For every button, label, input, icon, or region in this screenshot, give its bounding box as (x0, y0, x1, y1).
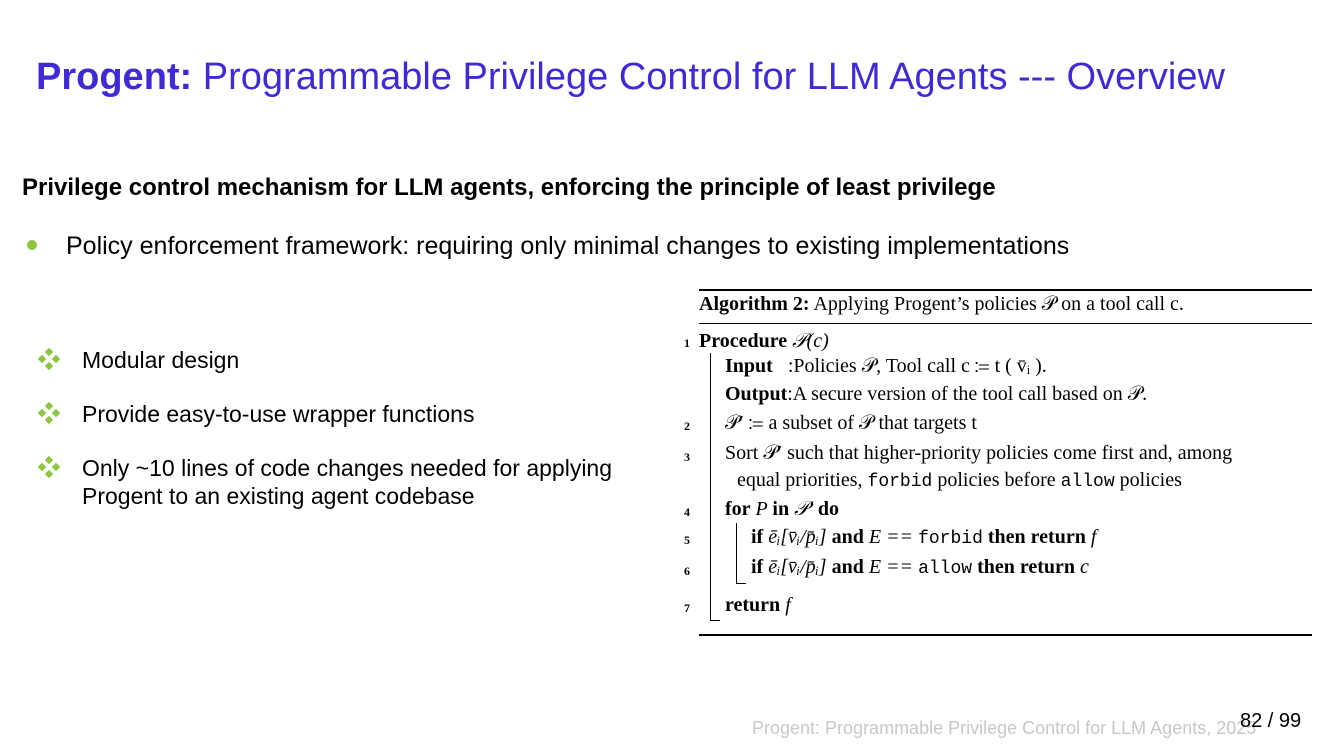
sub-bullet-list: Modular design Provide easy-to-use wrapp… (38, 346, 678, 536)
algorithm-line-output: Output:A secure version of the tool call… (725, 383, 1147, 406)
code-allow: allow (1060, 472, 1115, 492)
sub-bullet-item: Only ~10 lines of code changes needed fo… (38, 454, 678, 510)
algorithm-bottom-rule (699, 634, 1312, 636)
footer-citation: Progent: Programmable Privilege Control … (752, 718, 1257, 738)
algorithm-line-for: for P in 𝒫′ do (725, 498, 839, 521)
expr: E == (863, 526, 919, 548)
keyword: and (831, 526, 864, 548)
algorithm-mid-rule (699, 323, 1312, 324)
condition: ēᵢ[v̄ᵢ/p̄ᵢ] (763, 526, 832, 548)
text: policies before (932, 469, 1061, 491)
line-number: 3 (684, 450, 690, 464)
algorithm-line-procedure: Procedure 𝒫(c) (699, 330, 829, 353)
algorithm-line-3a: Sort 𝒫′ such that higher-priority polici… (725, 442, 1233, 464)
keyword: then return (972, 556, 1076, 578)
output-text: :A secure version of the tool call based… (787, 383, 1148, 405)
return-value: c (1075, 556, 1089, 578)
title-bold: Progent: (36, 56, 193, 98)
procedure-scope-bar (710, 353, 711, 620)
keyword: Output (725, 383, 788, 405)
condition: ēᵢ[v̄ᵢ/p̄ᵢ] (763, 556, 832, 578)
keyword: for (725, 498, 751, 520)
sub-bullet-item: Provide easy-to-use wrapper functions (38, 400, 678, 428)
line-number: 2 (684, 419, 690, 433)
slide-subtitle: Privilege control mechanism for LLM agen… (22, 174, 996, 201)
keyword: in (772, 498, 790, 520)
keyword: and (831, 556, 864, 578)
title-rest: Programmable Privilege Control for LLM A… (192, 56, 1225, 98)
bullet-dot-icon (27, 240, 37, 250)
algorithm-line-return: return f (725, 594, 791, 617)
input-text: :Policies 𝒫, Tool call c ≔ t ( v̄ᵢ ). (787, 355, 1047, 377)
text: policies (1114, 469, 1182, 491)
algorithm-box: Algorithm 2: Applying Progent’s policies… (678, 289, 1312, 637)
algorithm-caption-label: Algorithm 2: (699, 293, 810, 315)
line-number: 4 (684, 505, 690, 519)
algorithm-line-2: 𝒫′ ≔ a subset of 𝒫 that targets t (725, 412, 977, 434)
text: equal priorities, (737, 469, 868, 491)
code-allow: allow (918, 559, 973, 579)
diamond-bullet-icon (38, 348, 60, 370)
keyword: do (817, 498, 840, 520)
var: 𝒫′ (789, 498, 818, 520)
sub-bullet-text: Only ~10 lines of code changes needed fo… (82, 455, 613, 509)
keyword: Input (725, 355, 773, 377)
line-number: 5 (684, 533, 690, 547)
procedure-signature: 𝒫(c) (787, 330, 829, 352)
var: P (750, 498, 773, 520)
code-forbid: forbid (918, 529, 983, 549)
procedure-scope-end (710, 620, 720, 621)
keyword: if (751, 556, 764, 578)
sub-bullet-text: Modular design (82, 347, 240, 373)
page-number: 82 / 99 (1240, 710, 1302, 732)
diamond-bullet-icon (38, 402, 60, 424)
expr: E == (863, 556, 919, 578)
bullet-text: Policy enforcement framework: requiring … (66, 232, 1070, 260)
algorithm-line-if-allow: if ēᵢ[v̄ᵢ/p̄ᵢ] and E == allow then retur… (751, 556, 1089, 579)
keyword: return (725, 594, 781, 616)
sub-bullet-text: Provide easy-to-use wrapper functions (82, 401, 475, 427)
algorithm-caption-text: Applying Progent’s policies 𝒫 on a tool … (809, 293, 1184, 315)
algorithm-top-rule (699, 289, 1312, 291)
algorithm-line-if-forbid: if ēᵢ[v̄ᵢ/p̄ᵢ] and E == forbid then retu… (751, 526, 1096, 549)
line-number: 1 (684, 336, 690, 350)
keyword: then return (982, 526, 1086, 548)
algorithm-line-3b: equal priorities, forbid policies before… (737, 469, 1182, 492)
loop-scope-end (736, 583, 746, 584)
keyword: if (751, 526, 764, 548)
keyword: Procedure (699, 330, 788, 352)
diamond-bullet-icon (38, 456, 60, 478)
code-forbid: forbid (867, 472, 933, 492)
slide-title: Progent: Programmable Privilege Control … (36, 56, 1225, 99)
algorithm-line-input: Input :Policies 𝒫, Tool call c ≔ t ( v̄ᵢ… (725, 355, 1047, 378)
sub-bullet-item: Modular design (38, 346, 678, 374)
return-value: f (780, 594, 791, 616)
line-number: 6 (684, 564, 690, 578)
loop-scope-bar (736, 523, 737, 583)
algorithm-caption: Algorithm 2: Applying Progent’s policies… (699, 293, 1184, 316)
return-value: f (1085, 526, 1097, 548)
line-number: 7 (684, 601, 690, 615)
